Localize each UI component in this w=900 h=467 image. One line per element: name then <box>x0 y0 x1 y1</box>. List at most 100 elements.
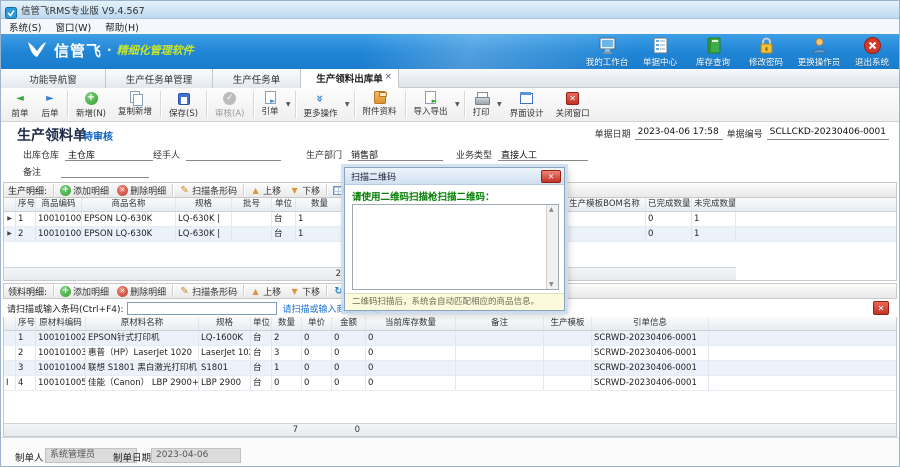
tab-production-task-mgmt[interactable]: 生产任务单管理 <box>106 69 213 88</box>
remark-input[interactable] <box>61 165 149 178</box>
approve-button[interactable]: ✓审核(A) <box>209 90 250 119</box>
menu-system[interactable]: 系统(S) <box>9 20 41 34</box>
quick-action-password[interactable]: 修改密码 <box>743 36 789 68</box>
dialog-title: 扫描二维码 <box>351 170 396 183</box>
move-down-icon: ▼ <box>289 185 300 196</box>
logo-text: 信管飞 <box>54 40 102 61</box>
window-titlebar[interactable]: 信管飞RMS专业版 V9.4.567 <box>1 1 900 19</box>
toolbar-separator <box>206 91 207 118</box>
warehouse-input[interactable]: 主仓库 <box>65 148 153 161</box>
pull-doc-button[interactable]: 引单▼ <box>256 90 293 117</box>
department-input[interactable]: 销售部 <box>348 148 443 161</box>
page-title: 生产领料单 <box>17 125 87 145</box>
quick-action-workbench[interactable]: 我的工作台 <box>584 36 630 68</box>
exit-system-icon <box>863 36 882 55</box>
table-row[interactable]: 1 100101002 EPSON针式打印机 LQ-1600K 台 2 0 0 … <box>4 331 896 346</box>
save-button[interactable]: 保存(S) <box>163 90 204 119</box>
department-field: 生产部门 销售部 <box>306 148 443 161</box>
next-doc-button[interactable]: ►后单 <box>35 90 65 119</box>
more-actions-icon: » <box>313 91 328 106</box>
doc-meta: 单据日期 2023-04-06 17:58 单据编号 SCLLCKD-20230… <box>595 127 889 140</box>
logo-icon <box>25 39 49 61</box>
toolbar-separator <box>464 91 465 118</box>
doc-date-value[interactable]: 2023-04-06 17:58 <box>635 127 723 140</box>
copy-new-button[interactable]: 复制新增 <box>112 90 158 117</box>
quick-action-exit[interactable]: 退出系统 <box>849 36 895 68</box>
barcode-input[interactable] <box>127 302 277 315</box>
table-row[interactable]: I 4 100101005 佳能（Canon） LBP 2900+ 黑白激 LB… <box>4 376 896 391</box>
scroll-up-icon[interactable]: ▲ <box>549 206 554 213</box>
make-date-label: 制单日期 <box>113 450 151 464</box>
toolbar-separator <box>295 91 296 118</box>
approve-check-icon: ✓ <box>223 92 236 105</box>
material-add-row-button[interactable]: +添加明细 <box>56 285 113 298</box>
workbench-icon <box>598 36 617 55</box>
quick-action-operator[interactable]: 更换操作员 <box>796 36 842 68</box>
table-row[interactable]: 3 100101004 联想 S1801 黑白激光打印机 S1801 台 1 0… <box>4 361 896 376</box>
import-export-button[interactable]: 导入导出▼ <box>408 90 462 117</box>
material-scan-barcode-button[interactable]: ✎扫描条形码 <box>175 285 241 298</box>
toolbar-separator <box>67 91 68 118</box>
material-total-amount: 0 <box>328 424 360 437</box>
close-window-icon: ✕ <box>566 92 579 105</box>
table-row[interactable]: 2 100101003 惠普（HP）LaserJet 1020 LaserJet… <box>4 346 896 361</box>
material-grid-header: 序号 原材料编码 原材料名称 规格 单位 数量 单价 金额 当前库存数量 备注 … <box>4 317 896 331</box>
material-move-down-button[interactable]: ▼下移 <box>285 285 324 298</box>
material-total-qty: 7 <box>266 424 298 437</box>
handler-input[interactable] <box>186 148 281 161</box>
print-button[interactable]: 打印▼ <box>467 90 504 118</box>
refresh-cost-icon: ↻ <box>333 286 344 297</box>
pull-doc-icon <box>265 91 276 104</box>
save-icon <box>178 93 190 105</box>
dialog-titlebar[interactable]: 扫描二维码 ✕ <box>345 168 564 185</box>
tab-close-icon[interactable]: × <box>384 72 392 82</box>
make-date-value: 2023-04-06 <box>151 448 241 463</box>
chevron-down-icon: ▼ <box>345 101 350 108</box>
quick-action-inventory[interactable]: 库存查询 <box>690 36 736 68</box>
quick-action-doc-center[interactable]: 单据中心 <box>637 36 683 68</box>
tab-production-task[interactable]: 生产任务单 <box>213 69 301 88</box>
prev-doc-button[interactable]: ◄前单 <box>5 90 35 119</box>
warehouse-field: 出库仓库 主仓库 <box>23 148 153 161</box>
menu-help[interactable]: 帮助(H) <box>105 20 139 34</box>
copy-icon <box>129 91 142 104</box>
chevron-down-icon: ▼ <box>455 101 460 108</box>
bottom-bar: 制单人 系统管理员 制单日期 2023-04-06 <box>1 437 900 467</box>
main-toolbar: ◄前单 ►后单 +新增(N) 复制新增 保存(S) ✓审核(A) 引单▼ »更多… <box>1 88 900 122</box>
tab-material-outbound[interactable]: 生产领料出库单 × <box>301 69 399 88</box>
production-add-row-button[interactable]: +添加明细 <box>56 184 113 197</box>
move-down-icon: ▼ <box>289 286 300 297</box>
production-scan-barcode-button[interactable]: ✎扫描条形码 <box>175 184 241 197</box>
scan-barcode-icon: ✎ <box>179 185 190 196</box>
material-move-up-button[interactable]: ▲上移 <box>246 285 285 298</box>
doc-no-value[interactable]: SCLLCKD-20230406-0001 <box>767 127 889 140</box>
scrollbar[interactable]: ▲ ▼ <box>546 205 558 289</box>
arrow-right-icon: ► <box>43 91 58 106</box>
new-button[interactable]: +新增(N) <box>70 90 112 119</box>
attachment-button[interactable]: 附件资料 <box>357 90 403 117</box>
scroll-down-icon[interactable]: ▼ <box>549 281 554 288</box>
production-move-up-button[interactable]: ▲上移 <box>246 184 285 197</box>
app-icon <box>5 4 17 16</box>
scan-qrcode-dialog: 扫描二维码 ✕ 请使用二维码扫描枪扫描二维码： ▲ ▼ 二维码扫描后，系统会自动… <box>344 167 565 311</box>
dialog-close-icon[interactable]: ✕ <box>541 170 561 183</box>
material-delete-row-button[interactable]: ✕删除明细 <box>113 285 170 298</box>
close-icon[interactable]: ✕ <box>873 301 889 315</box>
edit-cursor-indicator: I <box>4 376 16 390</box>
production-move-down-button[interactable]: ▼下移 <box>285 184 324 197</box>
qrcode-textarea[interactable]: ▲ ▼ <box>352 204 559 290</box>
ui-design-button[interactable]: 界面设计 <box>504 90 550 119</box>
row-marker-icon: ▶ <box>4 227 16 241</box>
menu-window[interactable]: 窗口(W) <box>55 20 91 34</box>
production-delete-row-button[interactable]: ✕删除明细 <box>113 184 170 197</box>
chevron-down-icon: ▼ <box>286 101 291 108</box>
close-window-button[interactable]: ✕关闭窗口 <box>550 90 596 119</box>
logo-tagline: 精细化管理软件 <box>117 42 194 58</box>
more-actions-button[interactable]: »更多操作▼ <box>298 90 352 119</box>
biztype-input[interactable]: 直接人工 <box>498 148 588 161</box>
delete-row-icon: ✕ <box>117 286 128 297</box>
tab-function-nav[interactable]: 功能导航窗 <box>1 69 106 88</box>
production-total-qty: 2 <box>299 268 341 281</box>
material-section-label: 领料明细: <box>8 285 47 298</box>
doc-date-label: 单据日期 <box>595 127 631 140</box>
